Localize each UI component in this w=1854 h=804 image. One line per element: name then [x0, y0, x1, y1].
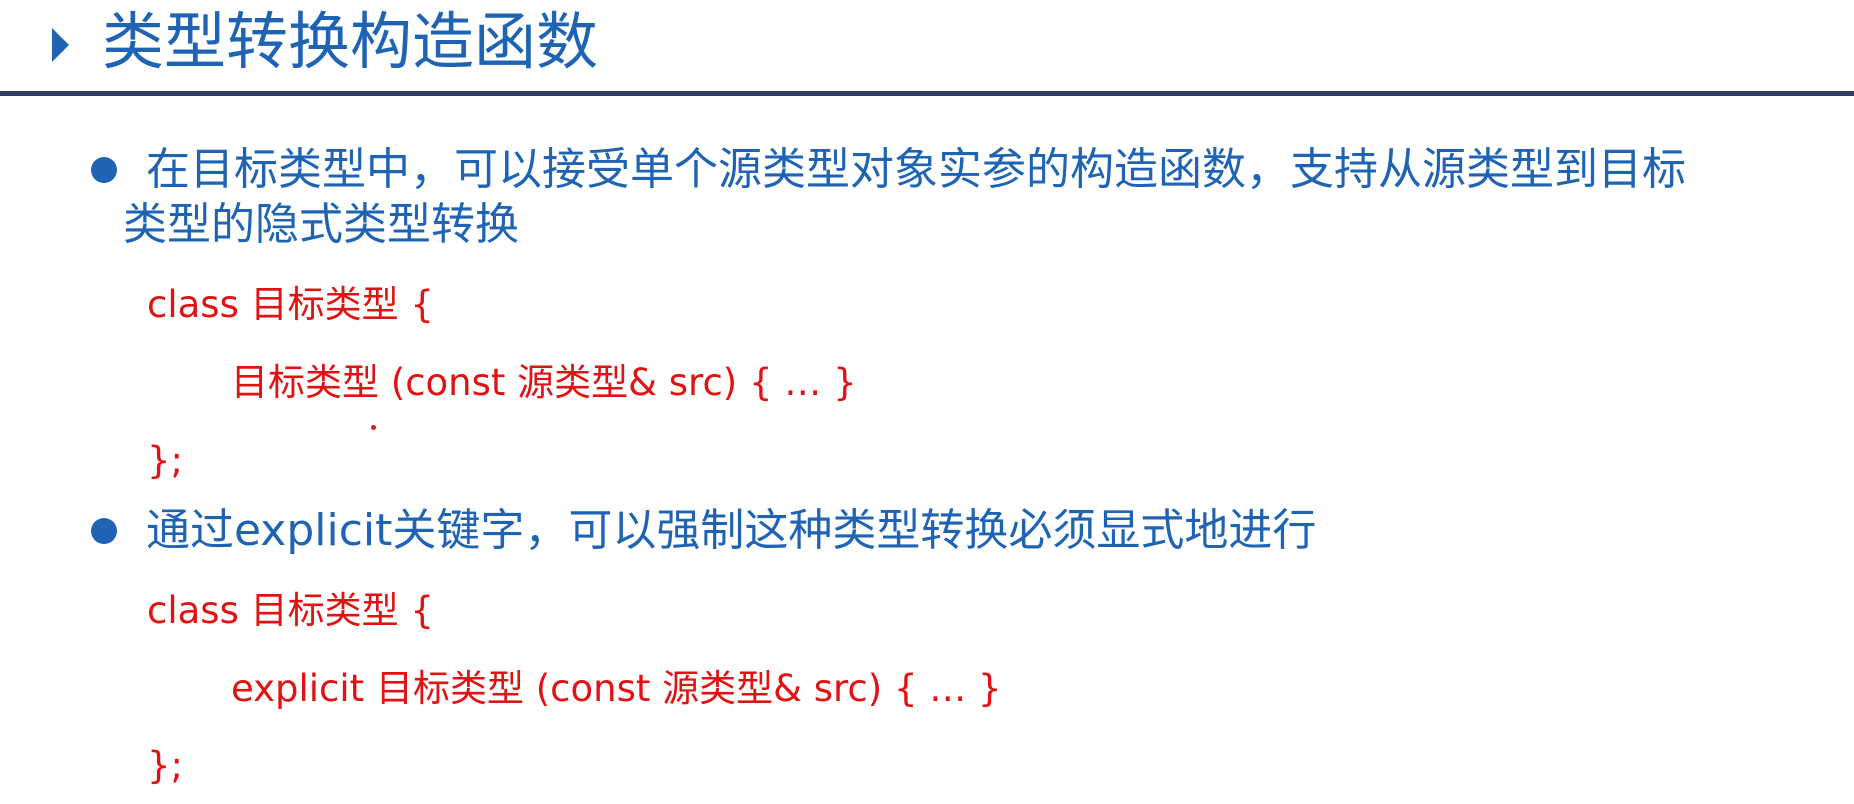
bullet-dot-icon [91, 157, 117, 183]
code-line: explicit 目标类型 (const 源类型& src) { … } [231, 667, 1002, 710]
slide-title: 类型转换构造函数 [102, 5, 599, 78]
code-line: }; [147, 439, 184, 482]
code-line: class 目标类型 { [147, 589, 434, 632]
bullet-dot-icon [91, 518, 117, 544]
slide: 类型转换构造函数 在目标类型中，可以接受单个源类型对象实参的构造函数，支持从源类… [0, 0, 1854, 804]
code-line: 目标类型 (const 源类型& src) { … } [231, 361, 857, 404]
code-line: }; [147, 744, 184, 787]
bullet-2-line-1: 通过explicit关键字，可以强制这种类型转换必须显式地进行 [146, 505, 1317, 556]
bullet-1-line-1: 在目标类型中，可以接受单个源类型对象实参的构造函数，支持从源类型到目标 [146, 144, 1686, 195]
bullet-1-line-2: 类型的隐式类型转换 [123, 199, 519, 250]
title-bar: 类型转换构造函数 [0, 0, 1854, 96]
cursor-mark [371, 425, 376, 430]
code-line: class 目标类型 { [147, 283, 434, 326]
title-divider [0, 91, 1854, 96]
play-arrow-icon [52, 28, 69, 62]
